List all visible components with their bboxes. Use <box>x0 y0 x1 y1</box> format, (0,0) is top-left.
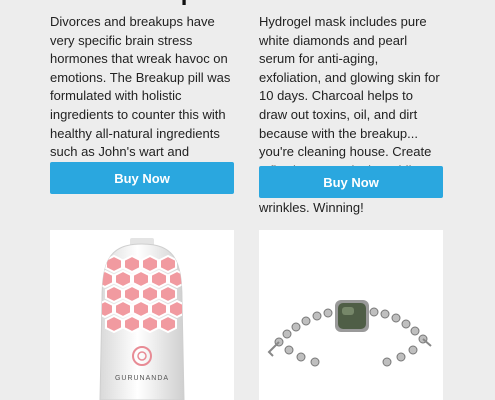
diffuser-brand-label: GURUNANDA <box>115 375 169 382</box>
product-description: Divorces and breakups have very specific… <box>50 14 231 178</box>
buy-now-button[interactable]: Buy Now <box>259 166 443 198</box>
buy-now-button[interactable]: Buy Now <box>50 162 234 194</box>
product-title: The Breakup Pill <box>50 0 238 8</box>
bracelet-image[interactable] <box>259 230 443 400</box>
diffuser-image[interactable]: GURUNANDA <box>50 230 234 400</box>
product-title: White Gold Mask <box>259 0 452 8</box>
